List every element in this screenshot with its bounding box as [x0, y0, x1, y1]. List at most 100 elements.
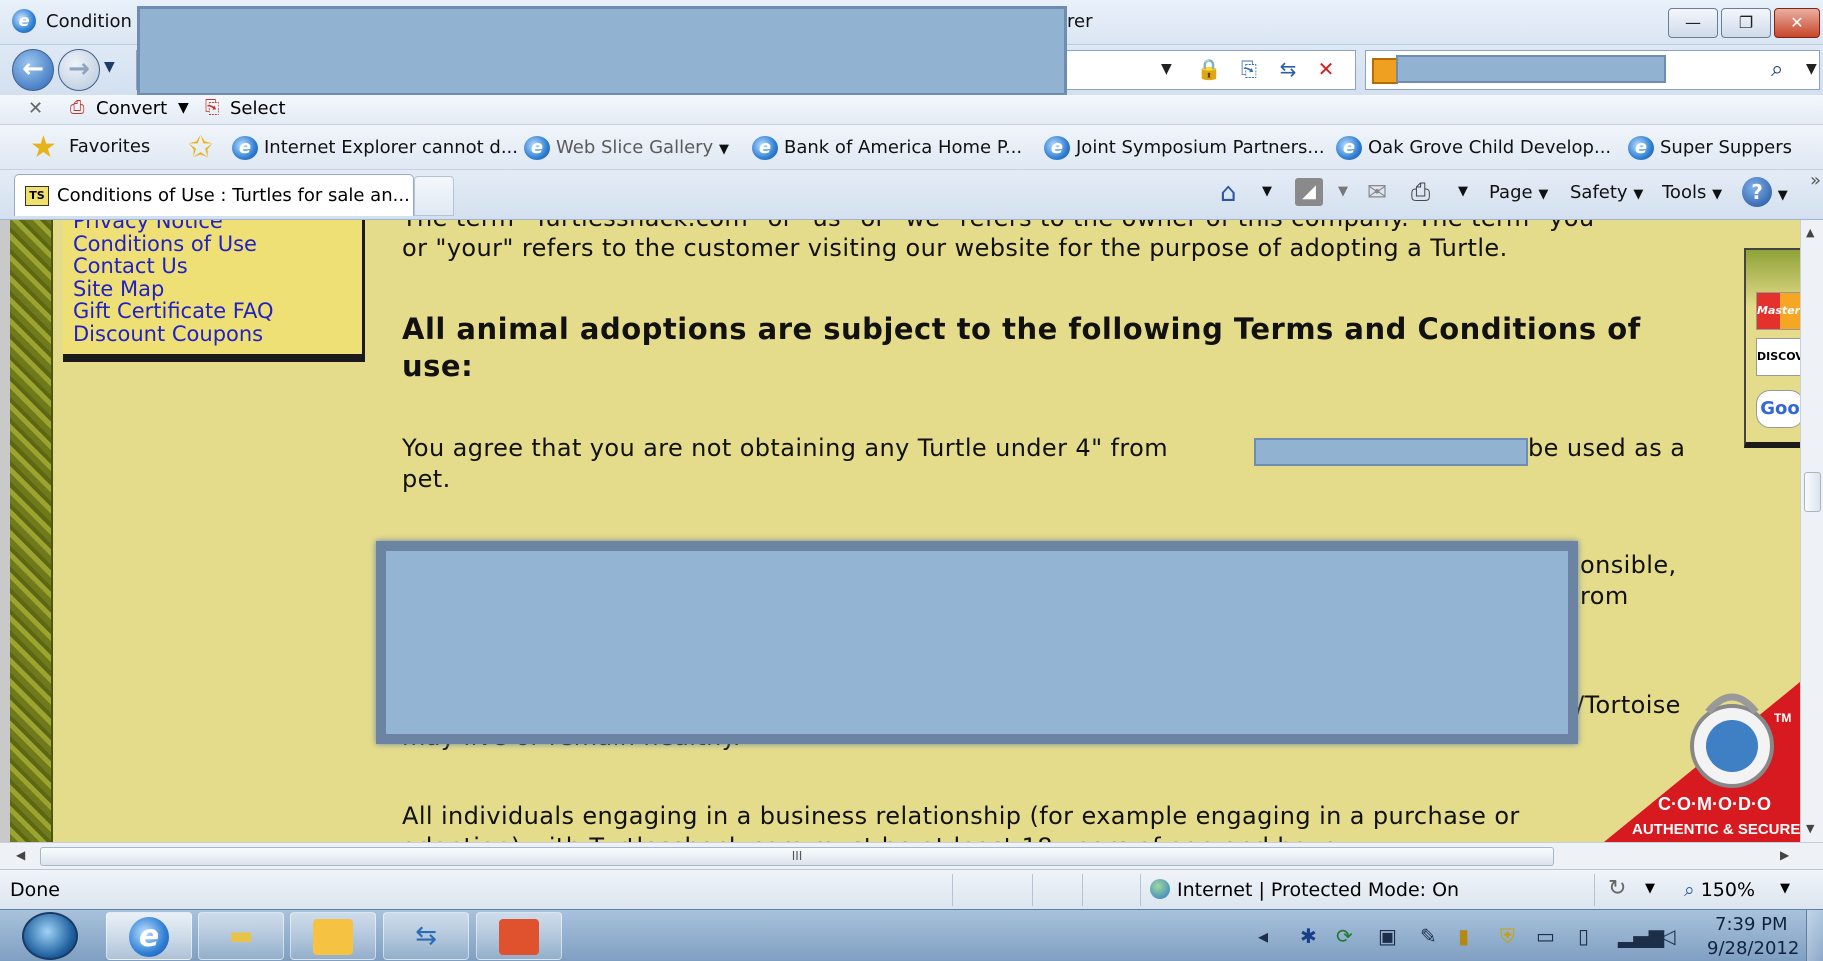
start-button[interactable]	[22, 912, 78, 960]
favorite-link-5[interactable]: e Oak Grove Child Develop...	[1336, 136, 1611, 160]
favorite-link-web-slice-gallery[interactable]: e Web Slice Gallery ▼	[524, 136, 729, 160]
nav-link-gift-certificate-faq[interactable]: Gift Certificate FAQ	[73, 300, 352, 323]
tools-menu-label: Tools	[1662, 182, 1707, 203]
feeds-dropdown-icon[interactable]: ▼	[1338, 184, 1348, 199]
scroll-right-arrow-icon[interactable]: ▶	[1780, 848, 1789, 862]
maximize-button[interactable]: ❐	[1721, 8, 1771, 38]
status-divider	[1594, 874, 1595, 906]
vertical-scroll-thumb[interactable]	[1804, 472, 1821, 512]
feeds-icon[interactable]: ◢	[1295, 178, 1323, 206]
nav-link-site-map[interactable]: Site Map	[73, 277, 352, 301]
wifi-signal-icon[interactable]: ▂▄▆	[1618, 924, 1664, 948]
new-tab-button[interactable]	[414, 176, 454, 216]
favorites-button[interactable]: Favorites	[69, 136, 150, 157]
favorite-link-3[interactable]: e Bank of America Home P...	[752, 136, 1022, 160]
favorite-link-1[interactable]: e Internet Explorer cannot d...	[232, 136, 518, 160]
agreement-line-end: be used as a	[1528, 434, 1686, 462]
nav-link-contact-us[interactable]: Contact Us	[73, 255, 352, 278]
add-to-favorites-icon[interactable]: ✩	[188, 130, 213, 165]
display-icon[interactable]: ▣	[1378, 924, 1397, 948]
ie-page-icon: e	[1336, 136, 1362, 160]
zone-dropdown-icon[interactable]: ▼	[1645, 881, 1655, 896]
horizontal-scrollbar[interactable]: ◀ III ▶	[0, 842, 1823, 869]
favorites-star-icon: ★	[30, 130, 57, 165]
favorite-link-6[interactable]: e Super Suppers	[1628, 136, 1792, 160]
minimize-button[interactable]: —	[1668, 8, 1718, 38]
term-definition-line-1: The term "Turtlesshack.com" or "us" or "…	[402, 220, 1606, 234]
page-menu[interactable]: Page ▼	[1489, 182, 1548, 203]
vertical-scrollbar[interactable]: ▲ ▼	[1800, 220, 1823, 842]
power-icon[interactable]: ▯	[1578, 924, 1589, 948]
nav-link-privacy-notice[interactable]: Privacy Notice	[73, 220, 352, 233]
ie-logo-icon: e	[12, 9, 36, 33]
compatibility-view-icon[interactable]: ⎘	[1232, 54, 1266, 84]
search-icon[interactable]: ⌕	[1771, 57, 1783, 82]
tray-network-hidden-icon[interactable]: ◂	[1258, 924, 1268, 948]
search-options-dropdown-icon[interactable]: ▼	[1806, 61, 1817, 77]
search-box[interactable]: ⌕ ▼	[1365, 50, 1820, 90]
zoom-value: 150%	[1700, 879, 1756, 901]
stop-icon[interactable]: ✕	[1309, 54, 1343, 84]
comodo-brand: C·O·M·O·D·O	[1658, 794, 1771, 814]
taskbar-outlook[interactable]	[290, 912, 376, 960]
convert-dropdown-icon[interactable]: ▼	[178, 100, 189, 116]
scroll-left-arrow-icon[interactable]: ◀	[16, 848, 25, 862]
close-window-button[interactable]: ✕	[1774, 8, 1820, 38]
tools-menu[interactable]: Tools ▼	[1662, 182, 1722, 203]
home-dropdown-icon[interactable]: ▼	[1262, 184, 1272, 199]
chevron-down-icon: ▼	[1633, 187, 1644, 202]
scroll-up-arrow-icon[interactable]: ▲	[1806, 226, 1814, 239]
clock-time[interactable]: 7:39 PM	[1715, 914, 1788, 935]
clock-date[interactable]: 9/28/2012	[1707, 938, 1799, 959]
print-icon[interactable]: ⎙	[1411, 178, 1430, 206]
window-title-suffix: rer	[1067, 11, 1093, 32]
show-desktop-button[interactable]	[1806, 910, 1823, 961]
lock-icon[interactable]: 🔒	[1192, 54, 1226, 84]
change-zone-icon[interactable]: ↻	[1608, 876, 1626, 901]
shield-icon[interactable]: ⛨	[1500, 924, 1515, 948]
network-icon[interactable]: ▭	[1536, 924, 1555, 948]
taskbar-powerpoint[interactable]	[476, 912, 562, 960]
search-redaction	[1396, 55, 1666, 83]
windows-taskbar: e ▬ ⇆ ◂ ✱ ⟳ ▣ ✎ ▮ ⛨ ▭ ▯ ▂▄▆ ◁ 7:39 PM 9/…	[0, 909, 1823, 961]
tab-conditions-of-use[interactable]: TS Conditions of Use : Turtles for sale a…	[14, 174, 414, 216]
site-favicon-icon: TS	[25, 186, 49, 206]
zoom-dropdown-icon[interactable]: ▼	[1780, 881, 1790, 896]
help-menu[interactable]: ? ▼	[1742, 177, 1788, 207]
forward-button[interactable]: →	[58, 49, 100, 91]
nav-link-discount-coupons[interactable]: Discount Coupons	[73, 322, 352, 346]
taskbar-internet-explorer[interactable]: e	[106, 912, 192, 960]
nav-link-conditions-of-use[interactable]: Conditions of Use	[73, 232, 352, 256]
globe-icon	[1706, 720, 1758, 772]
favorite-link-label: Web Slice Gallery	[556, 137, 714, 158]
recent-pages-dropdown-icon[interactable]: ▼	[104, 59, 115, 75]
sync-icon[interactable]: ⟳	[1336, 924, 1353, 948]
refresh-icon[interactable]: ⇆	[1271, 54, 1305, 84]
favorite-link-label: Super Suppers	[1660, 137, 1792, 158]
bluetooth-icon[interactable]: ✱	[1300, 924, 1317, 948]
home-icon[interactable]: ⌂	[1220, 178, 1237, 208]
print-dropdown-icon[interactable]: ▼	[1458, 184, 1468, 199]
address-dropdown-icon[interactable]: ▼	[1161, 61, 1172, 77]
horizontal-scroll-thumb[interactable]: III	[40, 847, 1554, 866]
outlook-icon	[313, 918, 353, 955]
toolbar-close-button[interactable]: ✕	[28, 98, 43, 119]
security-zone-status[interactable]: Internet | Protected Mode: On	[1177, 879, 1459, 901]
select-button[interactable]: Select	[230, 98, 286, 119]
taskbar-windows-explorer[interactable]: ▬	[198, 912, 284, 960]
safety-menu[interactable]: Safety ▼	[1570, 182, 1643, 203]
lock-tray-icon[interactable]: ▮	[1458, 924, 1469, 948]
page-left-border	[0, 220, 10, 842]
taskbar-lync[interactable]: ⇆	[383, 912, 469, 960]
scroll-down-arrow-icon[interactable]: ▼	[1806, 822, 1814, 835]
address-bar[interactable]: ▼ 🔒 ⎘ ⇆ ✕	[136, 6, 1356, 96]
zoom-level[interactable]: ⌕ 150%	[1684, 879, 1755, 901]
convert-button[interactable]: Convert	[96, 98, 167, 119]
device-icon[interactable]: ✎	[1420, 924, 1437, 948]
volume-icon[interactable]: ◁	[1660, 924, 1675, 948]
toolbar-overflow-icon[interactable]: »	[1810, 170, 1821, 191]
powerpoint-icon	[499, 918, 539, 955]
back-button[interactable]: ←	[12, 49, 54, 91]
favorite-link-4[interactable]: e Joint Symposium Partners...	[1044, 136, 1325, 160]
read-mail-icon[interactable]: ✉	[1367, 178, 1387, 206]
